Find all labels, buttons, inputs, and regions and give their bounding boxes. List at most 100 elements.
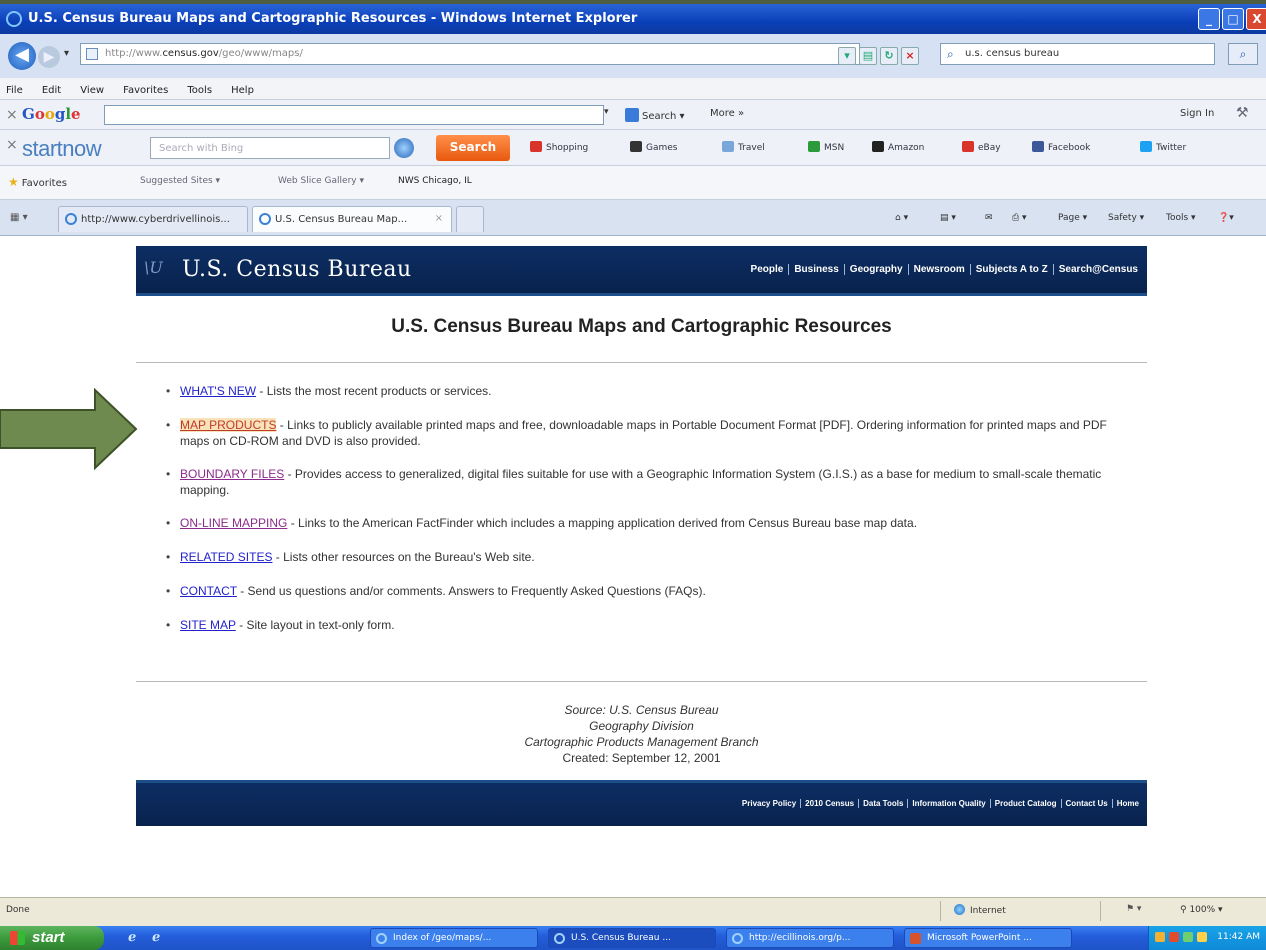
link-boundary-files[interactable]: BOUNDARY FILES	[180, 467, 284, 481]
security-zone[interactable]: Internet	[954, 904, 1006, 916]
back-button[interactable]: ◀	[8, 42, 36, 70]
menu-favorites[interactable]: Favorites	[117, 80, 176, 96]
quicklaunch-ie-icon[interactable]: ℯ	[128, 930, 136, 945]
nav-search-census[interactable]: Search@Census	[1054, 264, 1143, 275]
footer-privacy-policy[interactable]: Privacy Policy	[737, 799, 802, 808]
stop-icon[interactable]: ×	[901, 47, 919, 65]
google-signin-link[interactable]: Sign In	[1180, 108, 1214, 119]
startnow-close-icon[interactable]: ×	[6, 137, 18, 153]
start-button[interactable]: start	[0, 926, 104, 950]
link-contact[interactable]: CONTACT	[180, 584, 237, 598]
census-footer: Privacy Policy 2010 Census Data Tools Infor…	[136, 780, 1147, 826]
footer-information-quality[interactable]: Information Quality	[908, 799, 991, 808]
footer-2010-census[interactable]: 2010 Census	[801, 799, 860, 808]
search-input[interactable]: ⌕ u.s. census bureau	[940, 43, 1215, 65]
link-msn[interactable]: MSN	[808, 141, 844, 153]
wrench-icon[interactable]: ⚒	[1236, 105, 1249, 121]
feeds-icon[interactable]: ▤ ▾	[940, 213, 956, 223]
menu-view[interactable]: View	[74, 80, 112, 96]
nav-geography[interactable]: Geography	[844, 264, 909, 275]
quick-tabs-icon[interactable]: ▦ ▾	[10, 212, 28, 223]
compatibility-icon[interactable]: ▾	[838, 47, 856, 65]
census-logo-mark: \U	[144, 258, 163, 277]
task-powerpoint[interactable]: Microsoft PowerPoint ...	[904, 928, 1072, 948]
bing-search-input[interactable]: Search with Bing	[150, 137, 390, 159]
menu-tools[interactable]: Tools	[181, 80, 220, 96]
url-input[interactable]: http://www.census.gov/geo/www/maps/	[80, 43, 860, 65]
fav-web-slice-gallery[interactable]: Web Slice Gallery ▾	[278, 176, 364, 186]
link-map-products[interactable]: MAP PRODUCTS	[180, 418, 277, 432]
home-icon[interactable]: ⌂ ▾	[895, 213, 908, 223]
nav-business[interactable]: Business	[789, 264, 845, 275]
url-prefix: http://www.	[105, 48, 163, 59]
link-related-sites[interactable]: RELATED SITES	[180, 550, 272, 564]
link-travel[interactable]: Travel	[722, 141, 765, 153]
refresh-icon[interactable]: ↻	[880, 47, 898, 65]
mail-icon[interactable]: ✉	[985, 213, 993, 223]
footer-data-tools[interactable]: Data Tools	[859, 799, 909, 808]
google-more-button[interactable]: More »	[710, 108, 744, 119]
link-twitter[interactable]: Twitter	[1140, 141, 1186, 153]
task-ecillinois[interactable]: http://ecillinois.org/p...	[726, 928, 894, 948]
tray-icon[interactable]	[1155, 932, 1165, 942]
menu-help[interactable]: Help	[225, 80, 262, 96]
protected-mode-icon[interactable]: ⚑ ▾	[1126, 904, 1141, 914]
close-button[interactable]: X	[1246, 8, 1266, 30]
globe-icon[interactable]	[394, 138, 414, 158]
tab-close-icon[interactable]: ×	[435, 213, 443, 224]
tab-favicon	[259, 213, 271, 225]
link-shopping[interactable]: Shopping	[530, 141, 588, 153]
maximize-button[interactable]: □	[1222, 8, 1244, 30]
footer-home[interactable]: Home	[1113, 799, 1143, 808]
tools-menu[interactable]: Tools ▾	[1166, 213, 1196, 223]
created-date: Created: September 12, 2001	[562, 751, 721, 765]
google-toolbar-close-icon[interactable]: ×	[6, 107, 18, 123]
help-icon[interactable]: ❓▾	[1218, 213, 1234, 223]
link-ebay[interactable]: eBay	[962, 141, 1001, 153]
menu-edit[interactable]: Edit	[36, 80, 69, 96]
tab-census[interactable]: U.S. Census Bureau Map... ×	[252, 206, 452, 232]
menu-file[interactable]: File	[0, 80, 31, 96]
page-menu[interactable]: Page ▾	[1058, 213, 1087, 223]
minimize-button[interactable]: _	[1198, 8, 1220, 30]
link-games[interactable]: Games	[630, 141, 677, 153]
ie-task-icon	[732, 933, 743, 944]
task-census-bureau[interactable]: U.S. Census Bureau ...	[548, 928, 716, 948]
link-whats-new[interactable]: WHAT'S NEW	[180, 384, 256, 398]
link-site-map[interactable]: SITE MAP	[180, 618, 236, 632]
quicklaunch-ie-icon-2[interactable]: ℯ	[152, 930, 160, 945]
census-site-name[interactable]: U.S. Census Bureau	[182, 257, 412, 282]
task-index-geo-maps[interactable]: Index of /geo/maps/...	[370, 928, 538, 948]
print-icon[interactable]: ⎙ ▾	[1012, 213, 1027, 223]
footer-product-catalog[interactable]: Product Catalog	[990, 799, 1062, 808]
fav-suggested-sites[interactable]: Suggested Sites ▾	[140, 176, 220, 186]
tray-icon[interactable]	[1183, 932, 1193, 942]
source-line: Geography Division	[589, 719, 694, 733]
tray-icon[interactable]	[1169, 932, 1179, 942]
nav-newsroom[interactable]: Newsroom	[908, 264, 971, 275]
google-search-input[interactable]	[104, 105, 604, 125]
zoom-level[interactable]: ⚲ 100% ▾	[1180, 905, 1223, 915]
forward-button[interactable]: ▶	[38, 46, 60, 68]
favorites-button[interactable]: Favorites	[8, 175, 67, 189]
link-amazon[interactable]: Amazon	[872, 141, 924, 153]
google-search-button[interactable]: Search ▾	[625, 108, 685, 122]
google-dropdown-icon[interactable]: ▾	[604, 107, 616, 123]
new-tab-button[interactable]	[456, 206, 484, 232]
tray-icon[interactable]	[1197, 932, 1207, 942]
start-label: start	[32, 929, 65, 946]
fav-nws-chicago[interactable]: NWS Chicago, IL	[398, 176, 472, 186]
tab-cyberdrive[interactable]: http://www.cyberdrivellinois...	[58, 206, 248, 232]
safety-menu[interactable]: Safety ▾	[1108, 213, 1144, 223]
green-arrow-annotation	[0, 388, 138, 470]
startnow-search-button[interactable]: Search	[436, 135, 510, 161]
rss-icon[interactable]: ▤	[859, 47, 877, 65]
recent-pages-dropdown[interactable]: ▾	[64, 48, 69, 59]
footer-contact-us[interactable]: Contact Us	[1061, 799, 1113, 808]
link-online-mapping[interactable]: ON-LINE MAPPING	[180, 516, 287, 530]
link-facebook[interactable]: Facebook	[1032, 141, 1090, 153]
search-go-button[interactable]: ⌕	[1228, 43, 1258, 65]
nav-subjects[interactable]: Subjects A to Z	[970, 264, 1054, 275]
nav-people[interactable]: People	[745, 264, 790, 275]
list-item: ON-LINE MAPPING - Links to the American …	[166, 515, 1126, 531]
